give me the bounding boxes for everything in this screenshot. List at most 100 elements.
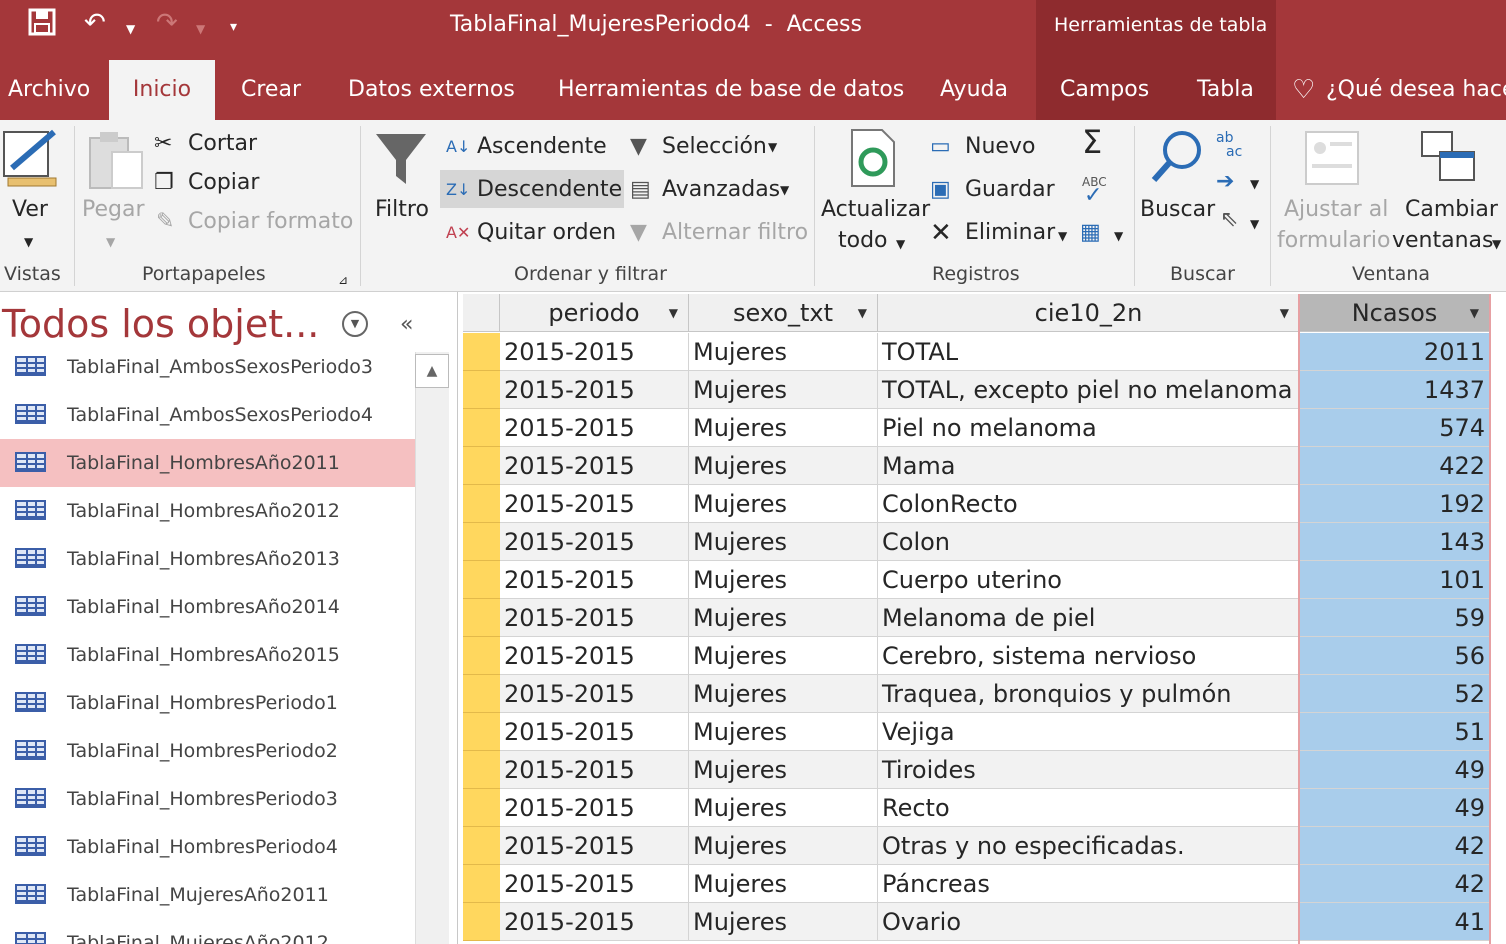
table-cell[interactable]: Colon <box>878 523 1300 561</box>
ver-dropdown-icon[interactable]: ▼ <box>24 228 33 256</box>
ver-button[interactable]: Ver <box>12 196 48 224</box>
table-cell[interactable]: 2015-2015 <box>500 713 689 751</box>
row-selector[interactable] <box>463 409 500 447</box>
table-cell[interactable]: 574 <box>1300 409 1490 447</box>
table-cell[interactable]: 52 <box>1300 675 1490 713</box>
column-dropdown-icon[interactable]: ▼ <box>858 294 867 332</box>
actualizar-todo-label[interactable]: todo <box>838 227 888 255</box>
tab-tabla[interactable]: Tabla <box>1197 60 1254 120</box>
avanzadas-dropdown-icon[interactable]: ▼ <box>780 176 789 204</box>
ascendente-button[interactable]: Ascendente <box>477 133 607 161</box>
nav-scrollbar[interactable] <box>415 352 449 944</box>
totals-icon[interactable]: Σ <box>1082 126 1102 158</box>
table-cell[interactable]: 101 <box>1300 561 1490 599</box>
table-cell[interactable]: 42 <box>1300 865 1490 903</box>
table-cell[interactable]: 2015-2015 <box>500 675 689 713</box>
cortar-button[interactable]: Cortar <box>188 130 257 158</box>
table-cell[interactable]: Mujeres <box>689 523 878 561</box>
undo-dropdown-icon[interactable]: ▼ <box>126 14 135 44</box>
table-cell[interactable]: 59 <box>1300 599 1490 637</box>
table-cell[interactable]: Mujeres <box>689 599 878 637</box>
nav-pane-title[interactable]: Todos los objet... <box>2 302 319 346</box>
nav-item-table[interactable]: TablaFinal_HombresPeriodo4 <box>0 823 415 871</box>
table-cell[interactable]: 42 <box>1300 827 1490 865</box>
table-cell[interactable]: 2015-2015 <box>500 523 689 561</box>
table-cell[interactable]: 41 <box>1300 903 1490 941</box>
table-cell[interactable]: Mujeres <box>689 713 878 751</box>
row-selector[interactable] <box>463 333 500 371</box>
table-cell[interactable]: Tiroides <box>878 751 1300 789</box>
table-cell[interactable]: Traquea, bronquios y pulmón <box>878 675 1300 713</box>
table-cell[interactable]: Mujeres <box>689 409 878 447</box>
column-dropdown-icon[interactable]: ▼ <box>1280 294 1289 332</box>
view-icon[interactable] <box>2 128 60 198</box>
column-header-sexo[interactable]: sexo_txt ▼ <box>689 294 878 332</box>
goto-icon[interactable]: ➔ <box>1216 168 1234 196</box>
table-cell[interactable]: Mujeres <box>689 561 878 599</box>
buscar-button[interactable]: Buscar <box>1140 196 1215 224</box>
table-cell[interactable]: Mujeres <box>689 637 878 675</box>
column-dropdown-icon[interactable]: ▼ <box>669 294 678 332</box>
row-selector[interactable] <box>463 713 500 751</box>
table-cell[interactable]: 2015-2015 <box>500 637 689 675</box>
select-cursor-icon[interactable]: ⇖ <box>1220 206 1238 234</box>
more-dropdown-icon[interactable]: ▼ <box>1114 222 1123 250</box>
seleccion-dropdown-icon[interactable]: ▼ <box>768 133 777 161</box>
actualizar-dropdown-icon[interactable]: ▼ <box>896 230 905 258</box>
goto-dropdown-icon[interactable]: ▼ <box>1250 170 1259 198</box>
eliminar-dropdown-icon[interactable]: ▼ <box>1058 222 1067 250</box>
table-cell[interactable]: 143 <box>1300 523 1490 561</box>
table-cell[interactable]: Ovario <box>878 903 1300 941</box>
table-cell[interactable]: Cuerpo uterino <box>878 561 1300 599</box>
cambiar-ventanas-label[interactable]: ventanas <box>1392 227 1494 255</box>
row-selector[interactable] <box>463 371 500 409</box>
nav-item-table[interactable]: TablaFinal_HombresAño2014 <box>0 583 415 631</box>
table-cell[interactable]: 2015-2015 <box>500 789 689 827</box>
table-cell[interactable]: Vejiga <box>878 713 1300 751</box>
table-cell[interactable]: 2015-2015 <box>500 827 689 865</box>
table-cell[interactable]: Mujeres <box>689 865 878 903</box>
cambiar-dropdown-icon[interactable]: ▼ <box>1492 230 1501 258</box>
table-cell[interactable]: 56 <box>1300 637 1490 675</box>
tell-me-search[interactable]: ¿Qué desea hace <box>1326 60 1506 120</box>
nav-item-table[interactable]: TablaFinal_MujeresAño2012 <box>0 919 415 944</box>
table-cell[interactable]: 2015-2015 <box>500 903 689 941</box>
tab-inicio[interactable]: Inicio <box>109 60 215 122</box>
table-cell[interactable]: 2015-2015 <box>500 371 689 409</box>
table-cell[interactable]: 51 <box>1300 713 1490 751</box>
customize-qat-icon[interactable]: ▾ <box>230 12 237 42</box>
table-cell[interactable]: Mujeres <box>689 789 878 827</box>
row-selector[interactable] <box>463 675 500 713</box>
nav-item-table[interactable]: TablaFinal_HombresAño2015 <box>0 631 415 679</box>
nav-item-table[interactable]: TablaFinal_MujeresAño2011 <box>0 871 415 919</box>
table-cell[interactable]: 2015-2015 <box>500 447 689 485</box>
row-selector[interactable] <box>463 485 500 523</box>
table-cell[interactable]: Mujeres <box>689 751 878 789</box>
table-cell[interactable]: Mujeres <box>689 675 878 713</box>
nav-item-table[interactable]: TablaFinal_AmbosSexosPeriodo3 <box>0 343 415 391</box>
select-all-corner[interactable] <box>463 294 500 332</box>
row-selector[interactable] <box>463 637 500 675</box>
tab-campos[interactable]: Campos <box>1060 60 1149 120</box>
row-selector[interactable] <box>463 865 500 903</box>
cambiar-ventanas-button[interactable]: Cambiar <box>1405 196 1498 224</box>
nav-menu-dropdown-icon[interactable]: ▼ <box>342 311 368 337</box>
table-cell[interactable]: 2015-2015 <box>500 865 689 903</box>
shutter-collapse-icon[interactable]: « <box>400 312 413 337</box>
table-cell[interactable]: Cerebro, sistema nervioso <box>878 637 1300 675</box>
table-cell[interactable]: 422 <box>1300 447 1490 485</box>
table-cell[interactable]: TOTAL <box>878 333 1300 371</box>
scroll-up-icon[interactable]: ▲ <box>415 354 449 388</box>
column-header-ncasos[interactable]: Ncasos ▼ <box>1300 294 1490 332</box>
table-cell[interactable]: Mujeres <box>689 333 878 371</box>
row-selector[interactable] <box>463 903 500 941</box>
table-cell[interactable]: 2015-2015 <box>500 751 689 789</box>
tab-archivo[interactable]: Archivo <box>8 60 90 120</box>
table-cell[interactable]: 2011 <box>1300 333 1490 371</box>
nav-item-table[interactable]: TablaFinal_HombresAño2013 <box>0 535 415 583</box>
tab-herramientas-bd[interactable]: Herramientas de base de datos <box>558 60 904 120</box>
seleccion-button[interactable]: Selección <box>662 133 767 161</box>
table-cell[interactable]: Mujeres <box>689 485 878 523</box>
save-icon[interactable] <box>28 8 56 43</box>
table-cell[interactable]: Recto <box>878 789 1300 827</box>
